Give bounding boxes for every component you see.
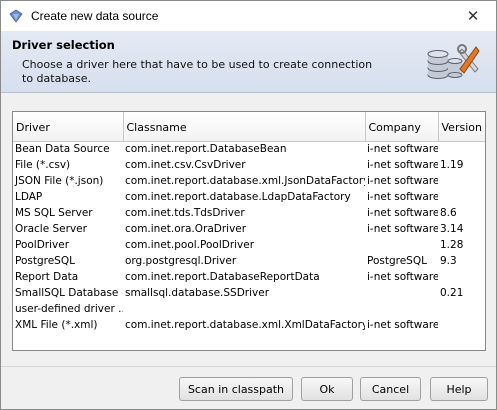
cell-company: i-net software	[367, 159, 438, 171]
cell-classname: org.postgresql.Driver	[125, 255, 237, 267]
cell-company: i-net software	[367, 319, 438, 331]
cell-company: i-net software	[367, 143, 438, 156]
cancel-button[interactable]: Cancel	[360, 377, 421, 401]
close-button[interactable]: ✕	[450, 1, 496, 31]
cell-company	[365, 237, 438, 253]
dialog-window: Create new data source ✕ Driver selectio…	[0, 0, 497, 410]
cell-driver: user-defined driver ..	[15, 303, 123, 315]
table-row[interactable]: user-defined driver ..	[13, 301, 485, 317]
driver-table[interactable]: Driver Classname Company Version Bean Da…	[12, 111, 486, 351]
cell-company: i-net software	[367, 207, 438, 219]
cell-version: 9.3	[440, 255, 457, 267]
table-row[interactable]: LDAP com.inet.report.database.LdapDataFa…	[13, 189, 485, 205]
cell-company: PostgreSQL	[367, 255, 427, 267]
ok-button[interactable]: Ok	[301, 377, 353, 401]
column-header-driver[interactable]: Driver	[13, 112, 124, 142]
cell-classname: com.inet.report.database.xml.JsonDataFac…	[125, 175, 365, 187]
cell-version: 1.28	[440, 239, 464, 251]
table-row[interactable]: Oracle Server com.inet.ora.OraDriver i-n…	[13, 221, 485, 237]
scan-classpath-button[interactable]: Scan in classpath	[179, 377, 293, 401]
cell-company: i-net software	[367, 191, 438, 203]
cell-driver: File (*.csv)	[15, 159, 71, 171]
cell-version	[438, 317, 485, 333]
column-header-version[interactable]: Version	[438, 112, 485, 142]
header-panel: Driver selection Choose a driver here th…	[1, 31, 496, 93]
table-row[interactable]: XML File (*.xml) com.inet.report.databas…	[13, 317, 485, 333]
cell-version	[438, 269, 485, 285]
cell-version: 3.14	[440, 223, 464, 235]
cell-driver: PostgreSQL	[15, 255, 75, 267]
database-tools-icon	[427, 44, 480, 79]
table-row[interactable]: Bean Data Source com.inet.report.Databas…	[13, 141, 485, 157]
title-bar[interactable]: Create new data source ✕	[1, 1, 496, 31]
column-header-company[interactable]: Company	[365, 112, 439, 142]
diamond-icon	[9, 9, 23, 23]
cell-version	[438, 173, 485, 189]
help-button[interactable]: Help	[430, 377, 488, 401]
cell-company	[365, 301, 438, 317]
cell-driver: Report Data	[15, 271, 79, 283]
table-row[interactable]: File (*.csv) com.inet.csv.CsvDriver i-ne…	[13, 157, 485, 173]
cell-driver: PoolDriver	[15, 239, 70, 251]
table-row[interactable]: PoolDriver com.inet.pool.PoolDriver 1.28	[13, 237, 485, 253]
cell-driver: XML File (*.xml)	[15, 319, 98, 331]
cell-company: i-net software	[367, 271, 438, 283]
cell-classname	[123, 301, 365, 317]
table-row[interactable]: MS SQL Server com.inet.tds.TdsDriver i-n…	[13, 205, 485, 221]
cell-classname: com.inet.report.DatabaseBean	[125, 143, 287, 156]
cell-driver: JSON File (*.json)	[15, 175, 104, 187]
cell-version: 8.6	[440, 207, 457, 219]
cell-company	[365, 285, 438, 301]
cell-classname: com.inet.csv.CsvDriver	[125, 159, 246, 171]
cell-company: i-net software	[367, 175, 438, 187]
table-row[interactable]: Report Data com.inet.report.DatabaseRepo…	[13, 269, 485, 285]
cell-version	[438, 141, 485, 157]
cell-version	[438, 301, 485, 317]
header-description: Choose a driver here that have to be use…	[22, 58, 373, 85]
cell-driver: Oracle Server	[15, 223, 87, 235]
table-row[interactable]: PostgreSQL org.postgresql.Driver Postgre…	[13, 253, 485, 269]
table-row[interactable]: JSON File (*.json) com.inet.report.datab…	[13, 173, 485, 189]
cell-classname: com.inet.pool.PoolDriver	[125, 239, 255, 251]
cell-classname: com.inet.tds.TdsDriver	[125, 207, 245, 219]
cell-version	[438, 189, 485, 205]
close-icon: ✕	[466, 7, 480, 25]
cell-driver: LDAP	[15, 191, 43, 203]
cell-driver: MS SQL Server	[15, 207, 93, 219]
cell-company: i-net software	[367, 223, 438, 235]
cell-version: 0.21	[440, 287, 464, 299]
cell-version: 1.19	[440, 159, 464, 171]
cell-classname: com.inet.report.database.xml.XmlDataFact…	[125, 319, 365, 331]
header-title: Driver selection	[12, 38, 115, 52]
cell-driver: SmallSQL Database	[15, 287, 119, 299]
cell-driver: Bean Data Source	[15, 143, 110, 156]
cell-classname: smallsql.database.SSDriver	[125, 287, 270, 299]
column-header-classname[interactable]: Classname	[123, 112, 366, 142]
window-title: Create new data source	[31, 9, 159, 23]
cell-classname: com.inet.report.database.LdapDataFactory	[125, 191, 351, 203]
cell-classname: com.inet.ora.OraDriver	[125, 223, 247, 235]
footer-separator	[1, 366, 496, 367]
cell-classname: com.inet.report.DatabaseReportData	[125, 271, 320, 283]
table-header-row: Driver Classname Company Version	[13, 112, 485, 142]
table-row[interactable]: SmallSQL Database smallsql.database.SSDr…	[13, 285, 485, 301]
